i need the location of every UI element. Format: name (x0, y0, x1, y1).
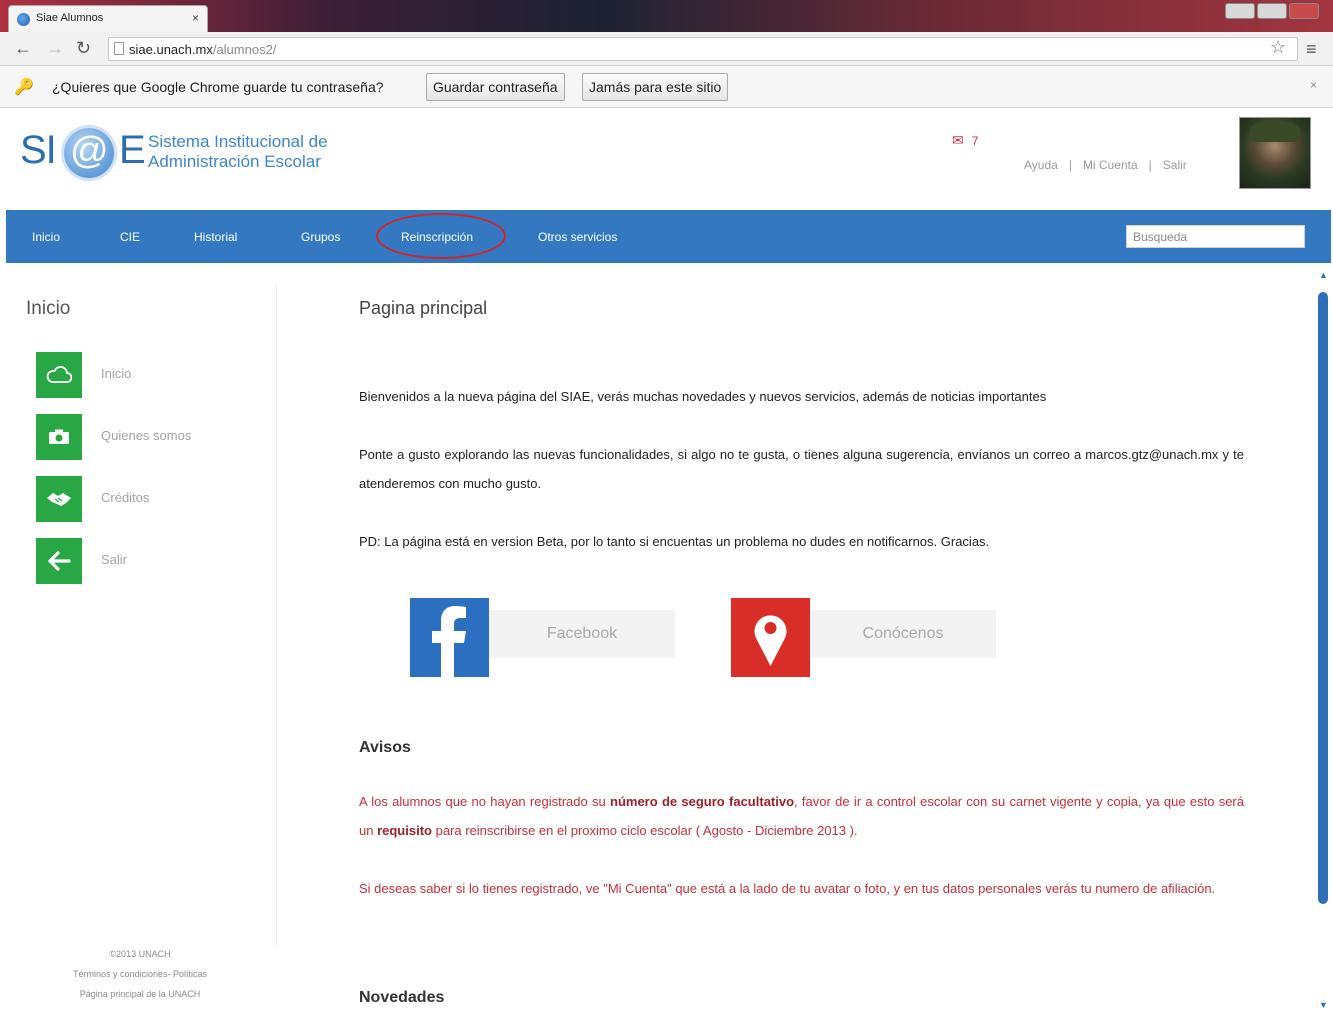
bookmark-star-icon[interactable]: ☆ (1270, 37, 1286, 58)
footer-copyright: ©2013 UNACH (109, 949, 171, 959)
sidebar-item-salir[interactable]: Salir (36, 538, 236, 584)
site-name: Sistema Institucional de Administración … (148, 132, 328, 172)
reload-icon[interactable]: ↻ (76, 39, 91, 57)
scroll-down-icon[interactable]: ▼ (1319, 1000, 1328, 1010)
scroll-up-icon[interactable]: ▲ (1319, 270, 1328, 280)
page-title: Pagina principal (359, 298, 488, 318)
nav-item-reinscripcion[interactable]: Reinscripción (401, 230, 473, 244)
welcome-paragraph: Bienvenidos a la nueva página del SIAE, … (359, 389, 1047, 404)
sidebar-item-inicio[interactable]: Inicio (36, 352, 236, 398)
maximize-button[interactable] (1257, 3, 1287, 19)
browser-tab[interactable]: Siae Alumnos × (8, 5, 208, 32)
close-window-button[interactable] (1289, 3, 1319, 19)
handshake-icon (36, 476, 82, 522)
sidebar-divider (276, 285, 277, 945)
aviso-seguro: A los alumnos que no hayan registrado su… (359, 794, 1244, 838)
explore-paragraph: Ponte a gusto explorando las nuevas func… (359, 447, 1244, 491)
browser-toolbar: ← → ↻ siae.unach.mx/alumnos2/ ☆ ≡ (0, 32, 1333, 66)
tab-close-icon[interactable]: × (192, 11, 199, 25)
infobar-message: ¿Quieres que Google Chrome guarde tu con… (52, 79, 384, 95)
browser-titlebar: Siae Alumnos × (0, 0, 1333, 32)
forward-arrow-icon[interactable]: → (46, 39, 64, 57)
sidebar-item-creditos[interactable]: Créditos (36, 476, 236, 522)
mail-icon: ✉ (952, 132, 964, 148)
logout-link[interactable]: Salir (1163, 158, 1187, 172)
nav-item-historial[interactable]: Historial (194, 230, 237, 244)
key-icon: 🔑 (14, 79, 34, 96)
logo-at: @ (64, 128, 114, 178)
mail-notification[interactable]: ✉ 7 (952, 132, 978, 149)
footer-home-link[interactable]: Página principal de la UNACH (40, 989, 240, 999)
sidebar-item-label: Salir (101, 552, 128, 567)
tab-title: Siae Alumnos (36, 12, 104, 24)
map-pin-icon (731, 598, 810, 677)
never-save-button[interactable]: Jamás para este sitio (582, 73, 729, 101)
site-name-line1: Sistema Institucional de (148, 132, 328, 151)
sidebar-item-label: Quienes somos (101, 428, 192, 443)
page-icon (114, 42, 124, 55)
logo-si: SI (20, 128, 57, 172)
nav-item-inicio[interactable]: Inicio (32, 230, 60, 244)
infobar-close-icon[interactable]: × (1310, 78, 1317, 92)
sidebar-item-quienes-somos[interactable]: Quienes somos (36, 414, 236, 460)
search-input[interactable] (1126, 225, 1305, 248)
minimize-button[interactable] (1225, 3, 1255, 19)
beta-paragraph: PD: La página está en version Beta, por … (359, 534, 990, 549)
avatar[interactable] (1239, 117, 1311, 189)
arrow-left-icon (36, 538, 82, 584)
back-arrow-icon[interactable]: ← (14, 39, 32, 57)
mail-count: 7 (971, 134, 979, 148)
url-text: siae.unach.mx/alumnos2/ (129, 42, 277, 57)
logo-e: E (119, 128, 146, 172)
window-controls (1223, 3, 1319, 23)
camera-icon (36, 414, 82, 460)
cloud-icon (36, 352, 82, 398)
nav-item-grupos[interactable]: Grupos (301, 230, 340, 244)
novedades-heading: Novedades (359, 989, 445, 1006)
user-nav: Ayuda | Mi Cuenta | Salir (1024, 158, 1187, 172)
password-infobar: 🔑 ¿Quieres que Google Chrome guarde tu c… (0, 66, 1333, 108)
sidebar-item-label: Créditos (101, 490, 150, 505)
menu-icon[interactable]: ≡ (1306, 39, 1317, 60)
site-name-line2: Administración Escolar (148, 152, 321, 171)
facebook-label: Facebook (489, 610, 675, 658)
nav-item-otros-servicios[interactable]: Otros servicios (538, 230, 617, 244)
globe-icon (17, 13, 30, 26)
conocenos-label: Conócenos (810, 610, 996, 658)
address-bar[interactable]: siae.unach.mx/alumnos2/ (108, 37, 1298, 61)
help-link[interactable]: Ayuda (1024, 158, 1058, 172)
footer-terms-link[interactable]: Términos y condiciones- Políticas (40, 969, 240, 979)
main-nav: Inicio CIE Historial Grupos Reinscripció… (6, 210, 1331, 263)
aviso-mi-cuenta: Si deseas saber si lo tienes registrado,… (359, 881, 1216, 896)
my-account-link[interactable]: Mi Cuenta (1083, 158, 1138, 172)
sidebar-item-label: Inicio (101, 366, 132, 381)
facebook-icon (410, 598, 489, 677)
sidebar-title: Inicio (26, 298, 71, 319)
avisos-heading: Avisos (359, 739, 411, 756)
save-password-button[interactable]: Guardar contraseña (426, 73, 565, 101)
nav-item-cie[interactable]: CIE (120, 230, 140, 244)
scrollbar-thumb[interactable] (1318, 292, 1328, 904)
